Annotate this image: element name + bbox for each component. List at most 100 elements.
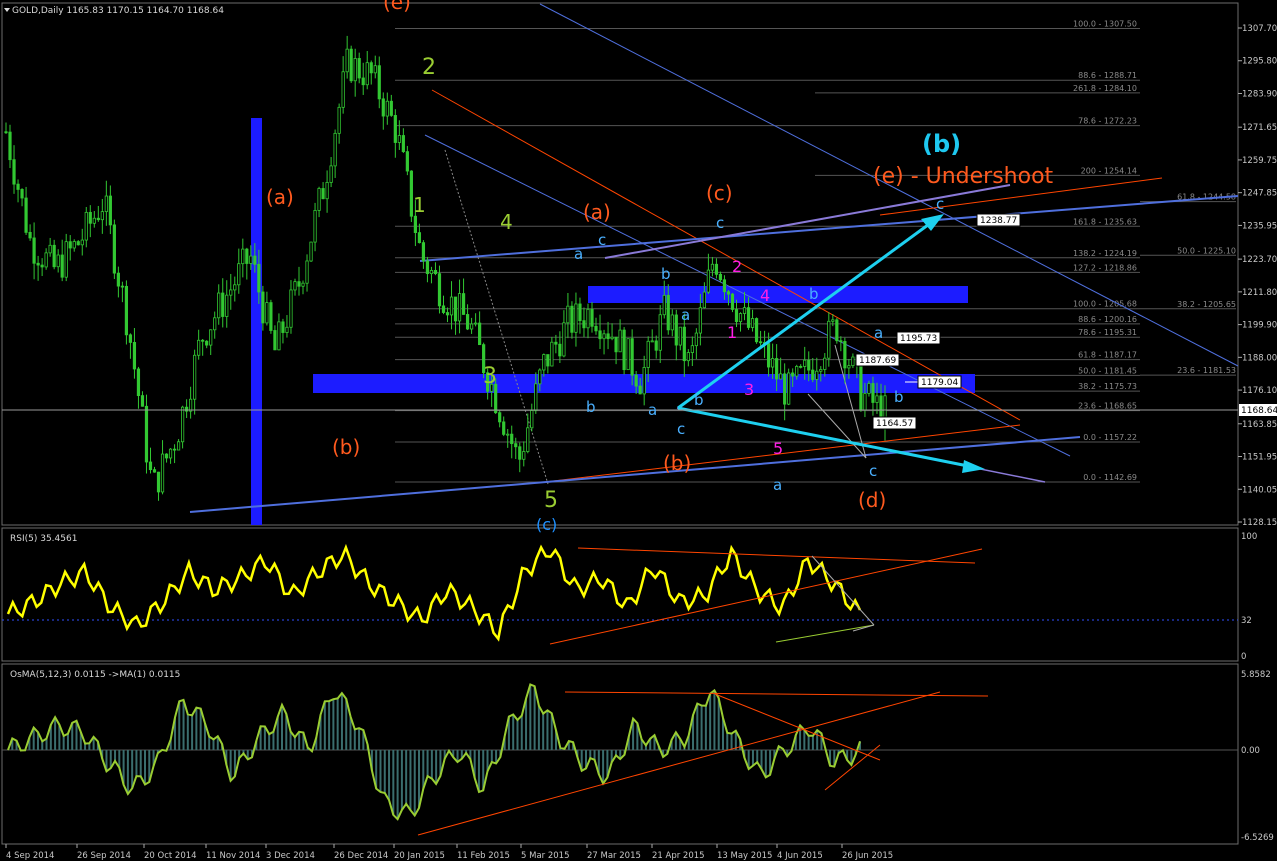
candle-body	[526, 427, 530, 452]
candle-body	[164, 453, 169, 459]
fib-label: 261.8 - 1284.10	[1073, 84, 1137, 93]
candle-body	[694, 332, 698, 347]
candle-body	[345, 48, 349, 73]
candle-body	[542, 354, 546, 371]
candle-body	[96, 217, 100, 221]
fib-label: 200 - 1254.14	[1081, 166, 1137, 175]
candle-body	[843, 341, 847, 369]
candle-body	[265, 302, 269, 324]
date-tick: 5 Mar 2015	[521, 851, 569, 861]
candle-body	[602, 333, 606, 340]
zone-vertical	[251, 118, 262, 525]
price-tick: 1235.95	[1242, 221, 1277, 231]
wave-label: 3	[483, 364, 497, 389]
wave-label: a	[874, 324, 883, 342]
candle-body	[823, 357, 827, 370]
candle-body	[650, 340, 654, 343]
symbol-header: GOLD,Daily 1165.83 1170.15 1164.70 1168.…	[12, 6, 224, 16]
candle-body	[12, 159, 16, 185]
candle-body	[329, 165, 333, 183]
candle-body	[598, 330, 602, 340]
candle-body	[771, 358, 775, 368]
candle-body	[518, 446, 522, 460]
candle-body	[546, 354, 550, 367]
wave-label: b	[894, 388, 904, 406]
candle-body	[803, 359, 807, 367]
wave-label: 5	[773, 439, 783, 458]
candle-body	[678, 326, 682, 346]
price-tick: 1188.00	[1242, 353, 1277, 363]
rsi-tick: 0	[1241, 652, 1246, 662]
candle-body	[642, 367, 646, 395]
candle-body	[622, 329, 626, 371]
candle-body	[875, 395, 879, 403]
candle-body	[168, 448, 173, 459]
candle-body	[815, 370, 819, 380]
rsi-tick: 100	[1241, 532, 1257, 542]
candle-body	[28, 231, 32, 239]
candle-body	[839, 340, 843, 343]
candle-body	[791, 372, 795, 377]
price-tick: 1151.95	[1242, 453, 1277, 463]
price-tick: 1259.75	[1242, 156, 1277, 166]
candle-body	[453, 296, 458, 322]
candle-body	[144, 405, 149, 463]
candle-body	[281, 321, 285, 333]
wave-label: 5	[544, 488, 558, 513]
price-label: 1187.69	[859, 356, 896, 366]
date-tick: 20 Oct 2014	[144, 851, 197, 861]
candle-body	[734, 309, 739, 323]
candle-body	[301, 282, 305, 287]
candle-body	[538, 369, 542, 385]
candle-body	[104, 195, 108, 213]
fib-label: 61.8 - 1187.17	[1078, 351, 1137, 360]
candle-body	[253, 255, 257, 265]
candle-body	[337, 106, 341, 134]
candle-body	[132, 342, 137, 370]
candle-body	[787, 372, 791, 405]
chart-canvas: 100.0 - 1307.50 88.6 - 1288.71 261.8 - 128…	[1, 0, 1277, 861]
candle-body	[638, 385, 642, 395]
fib-label: 100.0 - 1307.50	[1073, 20, 1137, 29]
wave-label: c	[869, 462, 877, 480]
candle-body	[181, 406, 185, 443]
candle-body	[742, 307, 747, 314]
fib-label: 78.6 - 1272.23	[1078, 117, 1137, 126]
candle-body	[682, 326, 686, 362]
candle-body	[221, 292, 225, 317]
candle-body	[425, 260, 430, 275]
candle-body	[4, 131, 8, 134]
fib-label: 127.2 - 1218.86	[1073, 263, 1137, 272]
date-tick: 4 Sep 2014	[6, 851, 54, 861]
date-tick: 26 Jun 2015	[842, 851, 893, 861]
candle-body	[233, 284, 237, 291]
candle-body	[718, 273, 723, 281]
candle-body	[626, 338, 630, 371]
zone-upper	[588, 286, 968, 303]
candle-body	[594, 325, 598, 332]
price-tick: 1211.80	[1242, 288, 1277, 298]
price-tick: 1128.15	[1242, 518, 1277, 528]
osma-tick: 0.00	[1241, 746, 1260, 756]
wave-label: 4	[760, 286, 770, 305]
osma-tick: -6.5269	[1241, 833, 1274, 843]
candle-body	[758, 341, 763, 344]
candle-body	[421, 242, 426, 262]
price-tick: 1283.90	[1242, 89, 1277, 99]
price-tick: 1176.10	[1242, 386, 1277, 396]
candle-body	[738, 313, 743, 323]
candle-body	[76, 241, 80, 246]
candle-body	[32, 237, 36, 264]
candle-body	[666, 294, 670, 331]
price-tick: 1163.85	[1242, 420, 1277, 430]
candle-body	[172, 448, 177, 451]
candle-body	[100, 211, 104, 221]
wave-label: 2	[732, 257, 742, 276]
candle-body	[313, 210, 317, 243]
candle-body	[646, 340, 650, 368]
date-tick: 20 Jan 2015	[394, 851, 445, 861]
price-label: 1179.04	[921, 378, 958, 388]
candle-body	[217, 292, 221, 319]
candle-body	[730, 293, 735, 310]
wave-label: a	[574, 245, 583, 263]
